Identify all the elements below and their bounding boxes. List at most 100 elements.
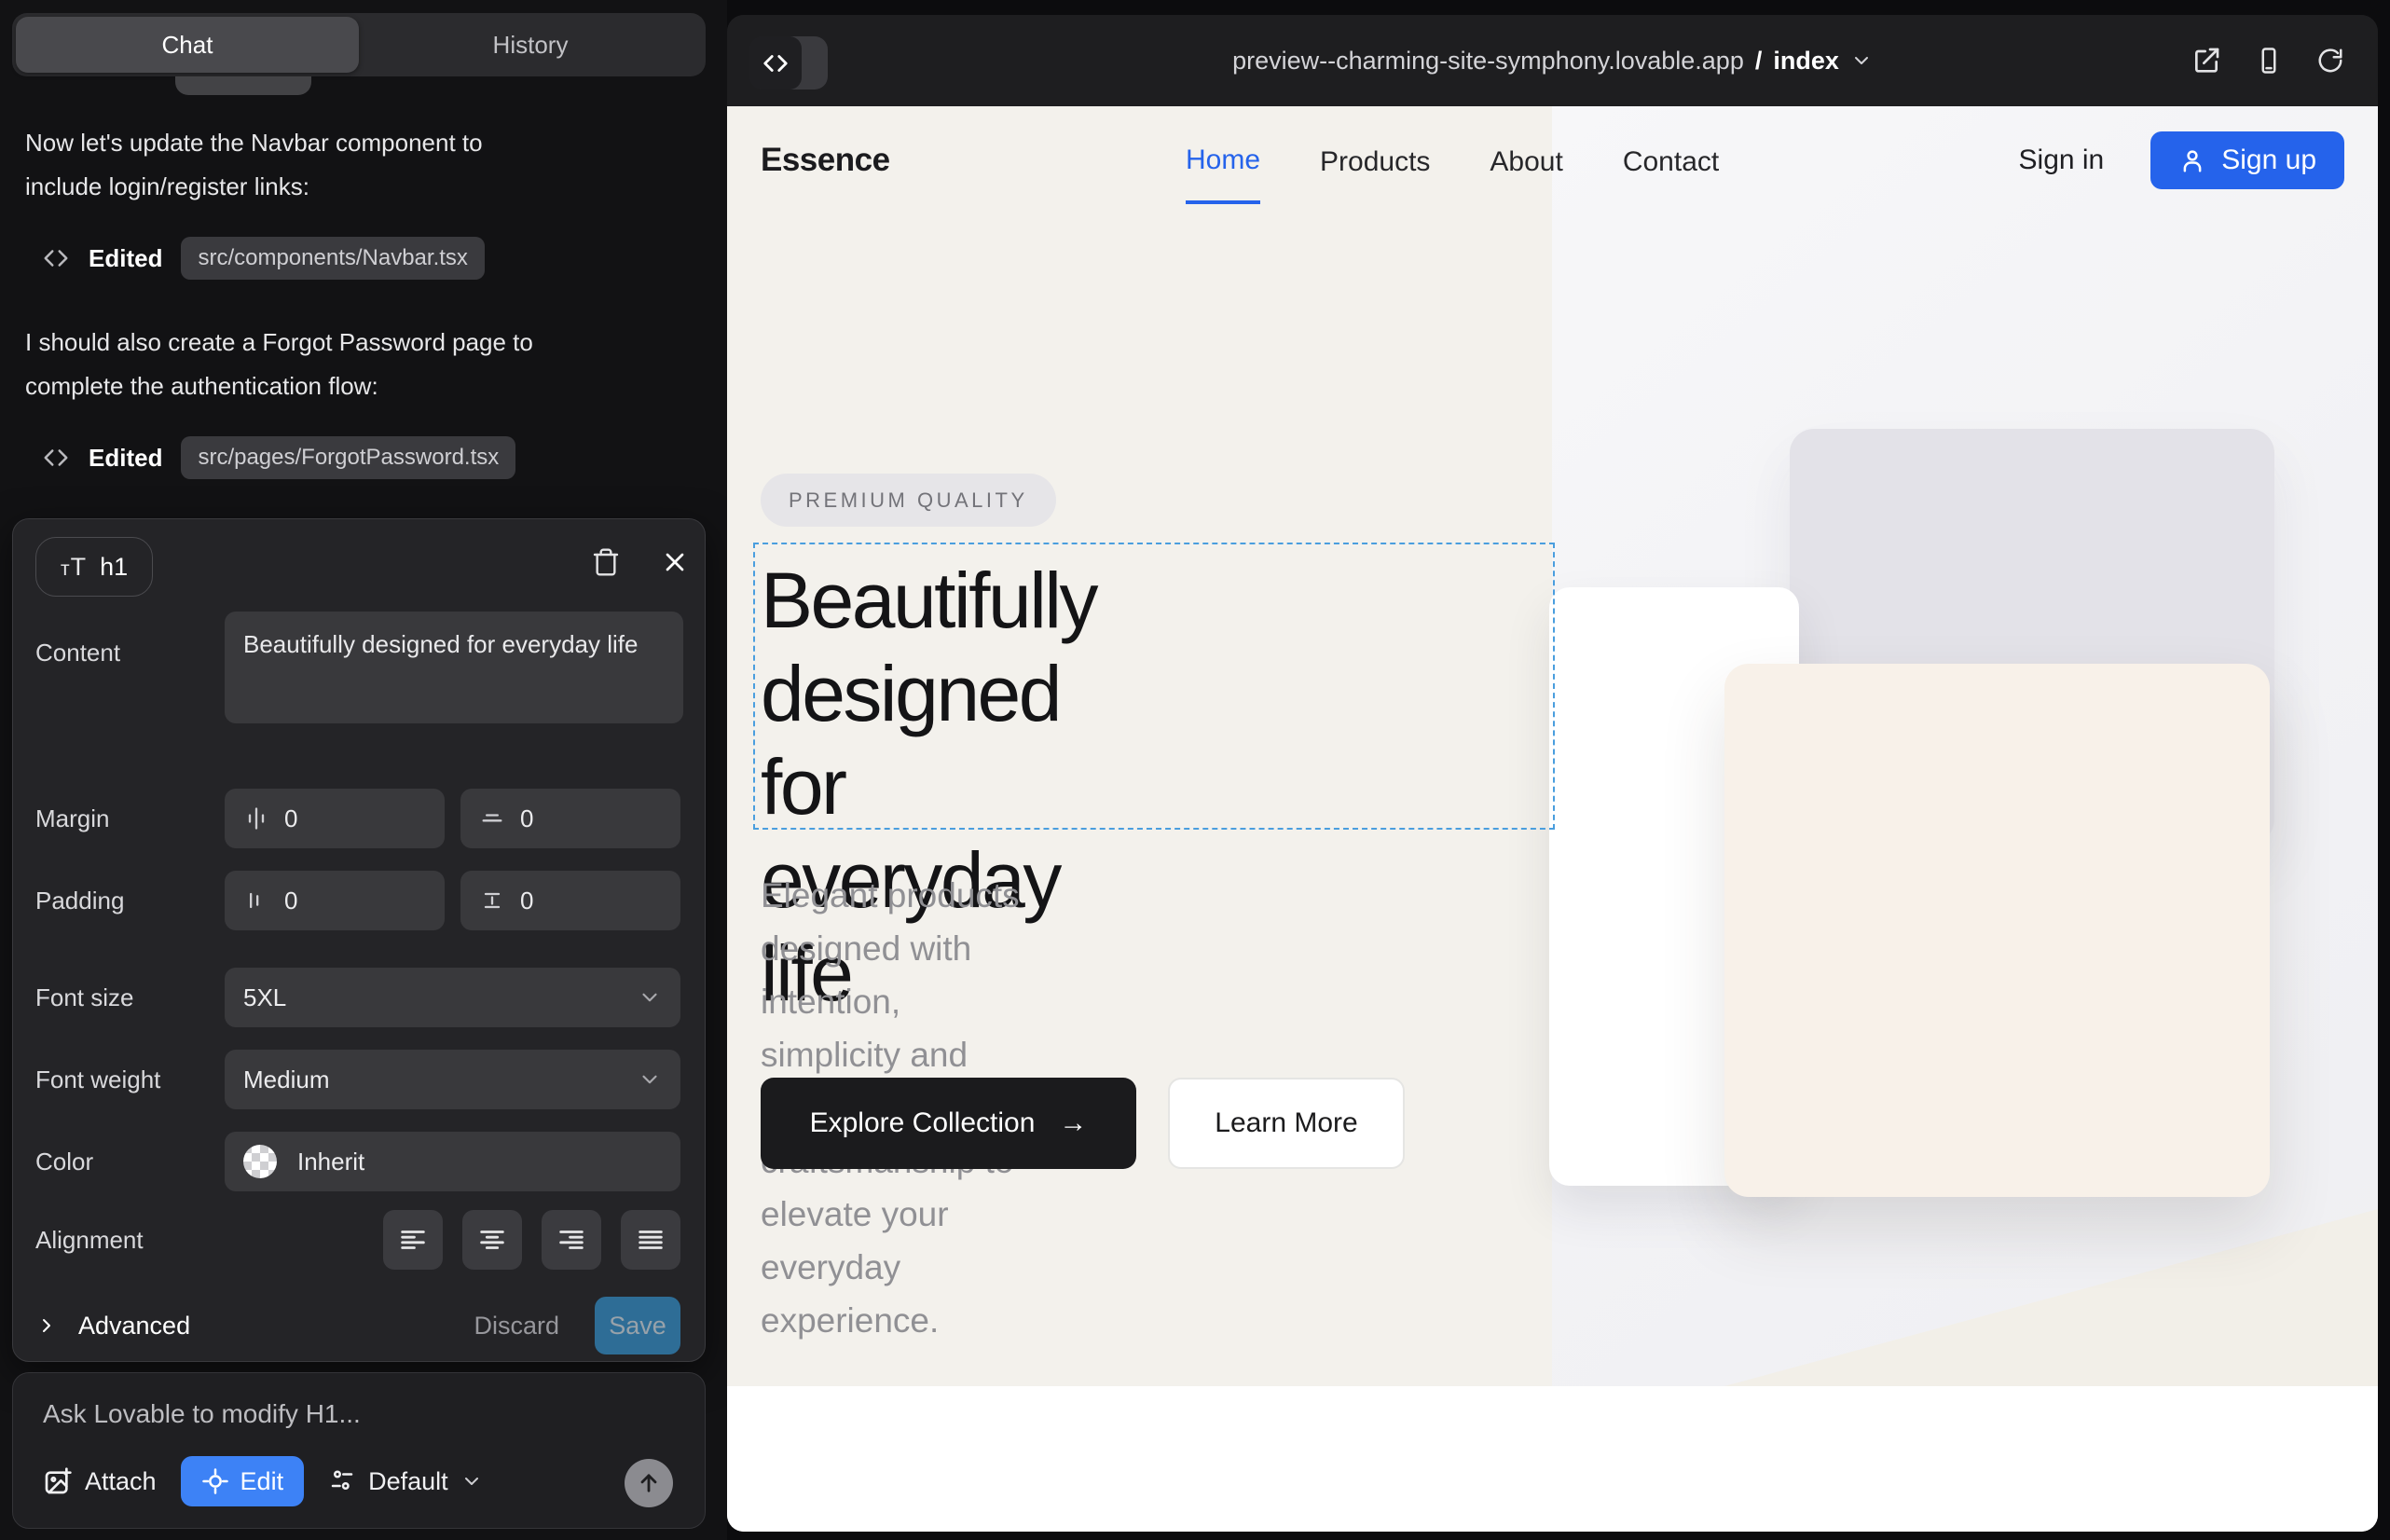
- nav-actions: Sign in Sign up: [2019, 131, 2344, 189]
- color-label: Color: [35, 1148, 93, 1176]
- learn-more-button[interactable]: Learn More: [1168, 1078, 1405, 1169]
- mode-label: Default: [368, 1467, 448, 1496]
- padding-label: Padding: [35, 887, 124, 915]
- preview-toolbar: preview--charming-site-symphony.lovable.…: [727, 15, 2378, 106]
- url-domain: preview--charming-site-symphony.lovable.…: [1232, 47, 1744, 76]
- chat-message: Now let's update the Navbar component to…: [25, 121, 696, 209]
- align-justify-button[interactable]: [621, 1210, 680, 1270]
- font-size-value: 5XL: [243, 983, 286, 1012]
- send-button[interactable]: [625, 1459, 673, 1507]
- alignment-buttons: [383, 1210, 680, 1270]
- prompt-input[interactable]: [43, 1399, 639, 1429]
- nav-link-contact[interactable]: Contact: [1623, 118, 1719, 202]
- prompt-input-card: Attach Edit Default: [12, 1372, 706, 1529]
- margin-label: Margin: [35, 804, 109, 833]
- arrow-right-icon: →: [1059, 1107, 1087, 1139]
- sign-in-link[interactable]: Sign in: [2019, 144, 2105, 176]
- mode-dropdown[interactable]: Default: [328, 1467, 483, 1496]
- site-lower-section: [727, 1386, 2378, 1532]
- padding-y-input[interactable]: [520, 887, 662, 915]
- edit-label: Edit: [240, 1467, 284, 1496]
- chevron-down-icon: [1850, 49, 1873, 72]
- tab-history[interactable]: History: [359, 17, 702, 73]
- prompt-controls: Attach Edit Default: [43, 1455, 680, 1507]
- margin-y-input[interactable]: [520, 804, 662, 833]
- tab-chat-label: Chat: [162, 31, 213, 60]
- hero-cta-group: Explore Collection → Learn More: [761, 1078, 1405, 1169]
- url-separator: /: [1755, 47, 1763, 76]
- explore-collection-label: Explore Collection: [810, 1107, 1036, 1139]
- font-weight-value: Medium: [243, 1066, 329, 1094]
- chevron-down-icon: [638, 985, 662, 1010]
- edit-mode-button[interactable]: Edit: [181, 1456, 305, 1506]
- content-label: Content: [35, 639, 120, 667]
- selected-element-tag: тT h1: [35, 537, 153, 597]
- file-chip[interactable]: src/pages/ForgotPassword.tsx: [181, 436, 515, 479]
- user-icon: [2178, 146, 2206, 174]
- premium-quality-badge: PREMIUM QUALITY: [761, 474, 1056, 527]
- chat-message-list: Now let's update the Navbar component to…: [25, 121, 696, 520]
- font-size-select[interactable]: 5XL: [225, 968, 680, 1027]
- align-right-button[interactable]: [542, 1210, 601, 1270]
- save-button[interactable]: Save: [595, 1297, 680, 1354]
- padding-horizontal-icon: [243, 887, 269, 914]
- refresh-button[interactable]: [2316, 46, 2344, 76]
- alignment-label: Alignment: [35, 1226, 144, 1255]
- margin-x-field[interactable]: [225, 789, 445, 848]
- padding-y-field[interactable]: [460, 871, 680, 930]
- font-size-label: Font size: [35, 983, 134, 1012]
- open-external-button[interactable]: [2191, 46, 2221, 76]
- hero-content: PREMIUM QUALITY Beautifully designed for…: [761, 474, 1056, 527]
- advanced-toggle[interactable]: Advanced: [35, 1312, 190, 1341]
- edited-file-row[interactable]: Edited src/components/Navbar.tsx: [42, 237, 696, 280]
- attach-label: Attach: [85, 1467, 157, 1496]
- padding-x-field[interactable]: [225, 871, 445, 930]
- color-value-wrap: Inherit: [243, 1145, 364, 1178]
- scrolled-file-chip: [175, 76, 311, 95]
- color-select[interactable]: Inherit: [225, 1132, 680, 1191]
- site-canvas: Essence Home Products About Contact Sign…: [727, 106, 2378, 1532]
- attach-button[interactable]: Attach: [43, 1466, 157, 1496]
- discard-button[interactable]: Discard: [474, 1312, 559, 1341]
- type-icon: тT: [61, 553, 87, 582]
- attach-image-icon: [43, 1466, 73, 1496]
- edited-file-row[interactable]: Edited src/pages/ForgotPassword.tsx: [42, 436, 696, 479]
- content-textarea[interactable]: Beautifully designed for everyday life: [225, 612, 683, 723]
- site-navbar: Essence Home Products About Contact Sign…: [727, 106, 2378, 213]
- margin-x-input[interactable]: [284, 804, 426, 833]
- tab-chat[interactable]: Chat: [16, 17, 359, 73]
- nav-link-home[interactable]: Home: [1186, 117, 1260, 204]
- preview-window: preview--charming-site-symphony.lovable.…: [727, 15, 2378, 1532]
- explore-collection-button[interactable]: Explore Collection →: [761, 1078, 1136, 1169]
- element-editor-panel: тT h1 Content Beautifully designed for e…: [12, 518, 706, 1362]
- nav-link-about[interactable]: About: [1490, 118, 1562, 202]
- align-center-button[interactable]: [462, 1210, 522, 1270]
- sign-up-label: Sign up: [2221, 144, 2316, 176]
- delete-element-button[interactable]: [585, 542, 626, 583]
- margin-horizontal-icon: [243, 805, 269, 832]
- padding-x-input[interactable]: [284, 887, 426, 915]
- margin-y-field[interactable]: [460, 789, 680, 848]
- edited-label: Edited: [89, 444, 162, 473]
- hero-section: Essence Home Products About Contact Sign…: [727, 106, 2378, 1386]
- code-icon: [42, 244, 70, 272]
- chat-panel: Chat History Now let's update the Navbar…: [0, 0, 727, 1540]
- font-weight-select[interactable]: Medium: [225, 1050, 680, 1109]
- align-left-button[interactable]: [383, 1210, 443, 1270]
- tab-history-label: History: [493, 31, 569, 60]
- preview-url-bar[interactable]: preview--charming-site-symphony.lovable.…: [727, 15, 2378, 106]
- decorative-wedge: [1724, 1209, 2378, 1386]
- sign-up-button[interactable]: Sign up: [2150, 131, 2344, 189]
- mobile-view-button[interactable]: [2255, 46, 2283, 76]
- site-logo[interactable]: Essence: [761, 142, 890, 179]
- color-value: Inherit: [297, 1148, 364, 1176]
- edited-label: Edited: [89, 244, 162, 273]
- nav-link-products[interactable]: Products: [1320, 118, 1430, 202]
- element-tag-label: h1: [100, 553, 128, 582]
- file-chip[interactable]: src/components/Navbar.tsx: [181, 237, 484, 280]
- sliders-icon: [328, 1467, 356, 1495]
- toolbar-actions: [2191, 15, 2344, 106]
- close-editor-button[interactable]: [654, 542, 695, 583]
- url-page: index: [1773, 47, 1839, 76]
- padding-vertical-icon: [479, 887, 505, 914]
